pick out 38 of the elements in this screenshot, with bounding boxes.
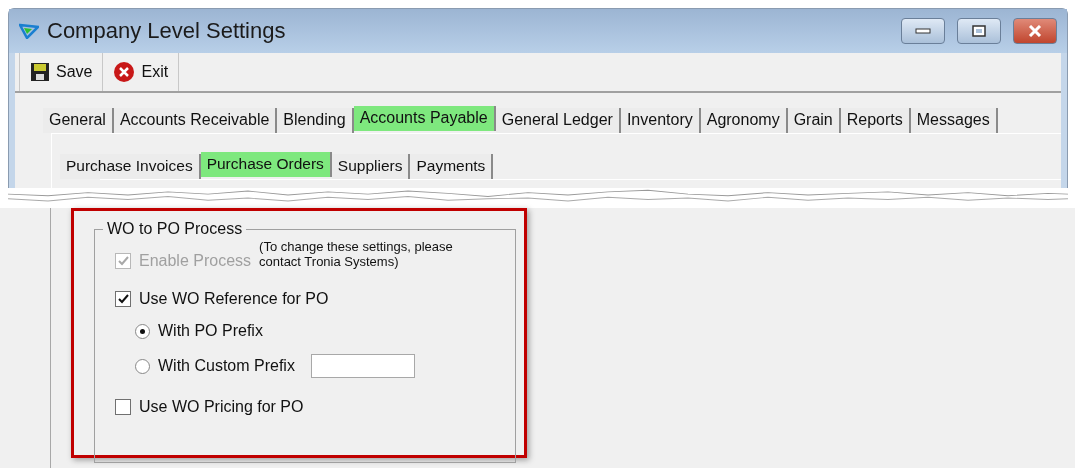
exit-button[interactable]: Exit [102, 53, 180, 91]
checkmark-icon [117, 294, 129, 304]
minimize-button[interactable] [901, 18, 945, 44]
tab[interactable]: Accounts Receivable [113, 108, 278, 133]
minimize-icon [915, 28, 931, 34]
triangle-logo-icon [19, 23, 39, 39]
checkbox[interactable] [115, 291, 131, 307]
tab[interactable]: Messages [910, 108, 998, 133]
tab[interactable]: Blending [277, 108, 354, 133]
tab[interactable]: Purchase Invoices [60, 154, 201, 179]
tab[interactable]: Inventory [620, 108, 701, 133]
close-icon [1028, 25, 1042, 37]
tab[interactable]: Agronomy [700, 108, 788, 133]
window-title: Company Level Settings [47, 18, 287, 44]
tab[interactable]: General Ledger [495, 108, 621, 133]
close-button[interactable] [1013, 18, 1057, 44]
tab[interactable]: Payments [410, 154, 494, 179]
maximize-icon [972, 25, 986, 37]
prefix-input-field[interactable] [310, 354, 415, 378]
save-button[interactable]: Save [19, 53, 104, 91]
close-icon [113, 61, 136, 83]
tab[interactable]: Accounts Payable [353, 106, 496, 131]
checkbox-label: Use WO Reference for PO [139, 290, 329, 308]
tab[interactable]: Suppliers [331, 154, 411, 179]
radio-label: With PO Prefix [158, 322, 263, 340]
maximize-button[interactable] [957, 18, 1001, 44]
radio-button[interactable] [135, 358, 150, 374]
radio-button[interactable] [135, 323, 150, 339]
note-text: (To change these settings, please contact Tronia Systems) [259, 239, 454, 269]
tab[interactable]: General [43, 108, 114, 133]
checkbox[interactable] [115, 399, 131, 415]
tab[interactable]: Grain [787, 108, 841, 133]
checkmark-icon [117, 256, 129, 266]
tab[interactable]: Reports [840, 108, 911, 133]
radio-label: With Custom Prefix [158, 357, 295, 375]
checkbox-label: Enable Process [139, 252, 252, 270]
tab[interactable]: Purchase Orders [200, 152, 332, 177]
checkbox-label: Use WO Pricing for PO [139, 398, 304, 416]
